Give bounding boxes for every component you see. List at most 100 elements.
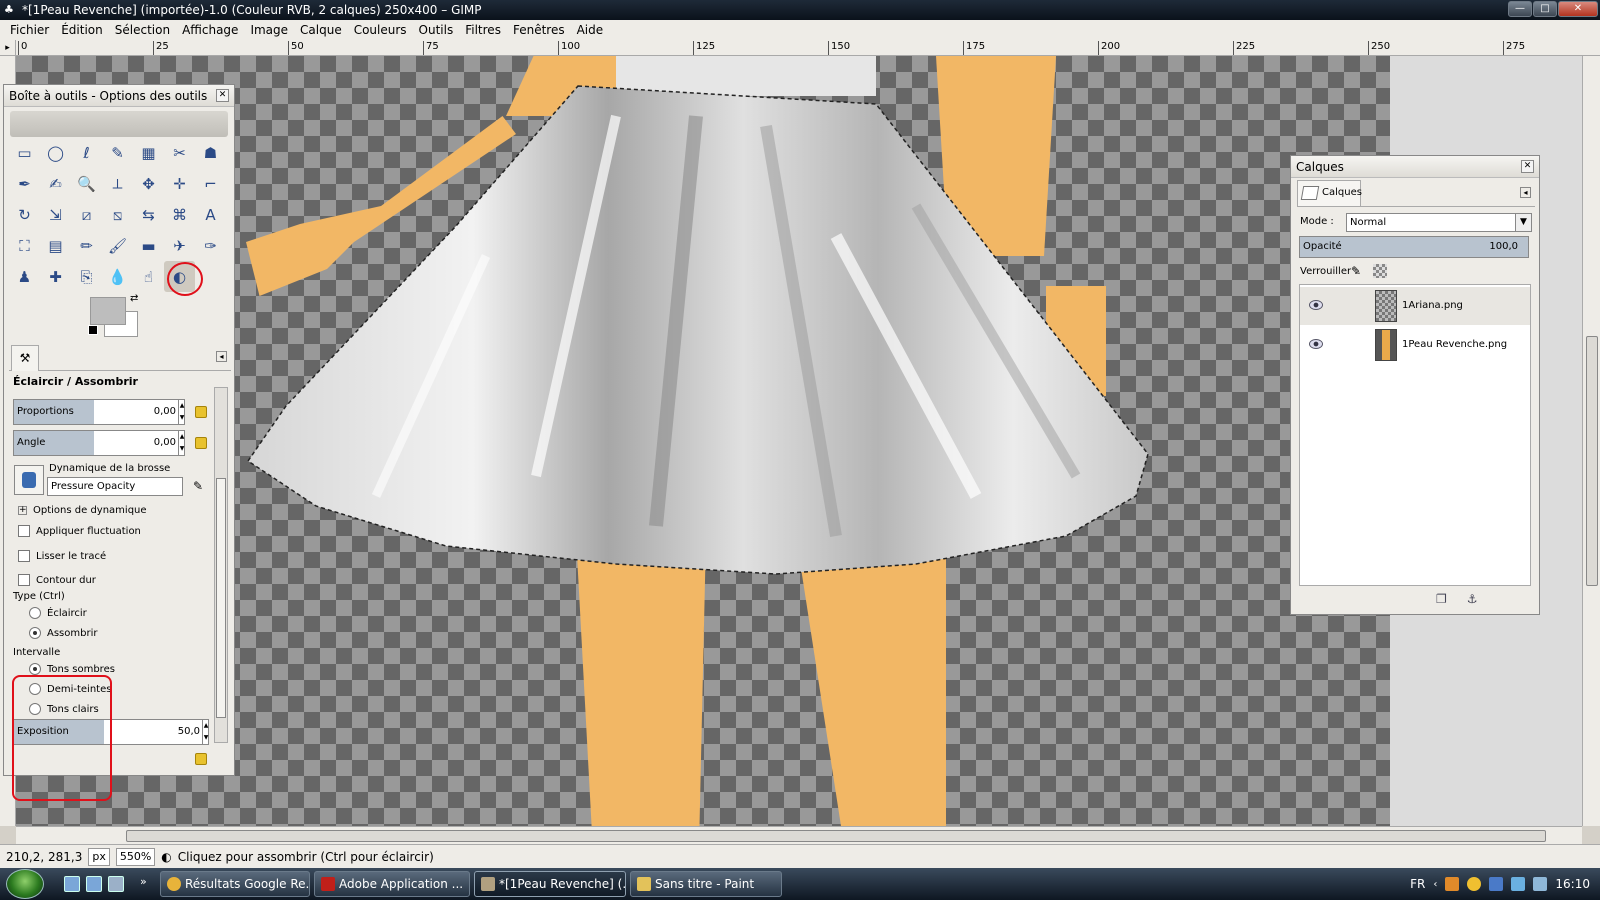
apply-jitter-box[interactable] [18, 525, 30, 537]
layers-tab-menu-icon[interactable]: ◂ [1520, 187, 1531, 198]
close-button[interactable]: ✕ [1558, 1, 1598, 17]
wilber-drop-zone[interactable] [10, 111, 228, 137]
vertical-scroll-thumb[interactable] [1586, 336, 1598, 586]
paintbrush-icon[interactable]: 🖌 [102, 230, 133, 261]
dodge-burn-icon[interactable]: ◐ [164, 261, 195, 292]
menu-selection[interactable]: Sélection [109, 23, 176, 37]
lasso-icon[interactable]: ℓ [71, 137, 102, 168]
start-button[interactable] [6, 869, 44, 899]
reset-options-icon[interactable] [195, 753, 207, 765]
reset-angle-icon[interactable] [195, 437, 207, 449]
airbrush-icon[interactable]: ✈ [164, 230, 195, 261]
color-select-icon[interactable]: ▦ [133, 137, 164, 168]
mode-dropdown-arrow-icon[interactable]: ▼ [1515, 214, 1531, 231]
paths-icon[interactable]: ✒ [9, 168, 40, 199]
blend-icon[interactable]: ▤ [40, 230, 71, 261]
color-picker-icon[interactable]: ✍ [40, 168, 71, 199]
zoom-icon[interactable]: 🔍 [71, 168, 102, 199]
brush-dynamics-icon[interactable] [14, 465, 44, 495]
measure-icon[interactable]: ⟂ [102, 168, 133, 199]
show-desktop-icon[interactable] [64, 876, 80, 892]
taskbar-item-paint[interactable]: Sans titre - Paint [630, 871, 782, 897]
move-icon[interactable]: ✥ [133, 168, 164, 199]
vertical-scrollbar[interactable] [1582, 56, 1600, 826]
clock[interactable]: 16:10 [1555, 877, 1590, 891]
horizontal-scroll-thumb[interactable] [126, 830, 1546, 842]
menu-image[interactable]: Image [244, 23, 294, 37]
heal-icon[interactable]: ✚ [40, 261, 71, 292]
pencil-icon[interactable]: ✏ [71, 230, 102, 261]
flip-icon[interactable]: ⇆ [133, 199, 164, 230]
lock-pixels-icon[interactable]: ✎ [1351, 264, 1365, 278]
anchor-layer-icon[interactable]: ⚓ [1467, 592, 1478, 606]
menu-calque[interactable]: Calque [294, 23, 348, 37]
type-dodge-radio[interactable]: Éclaircir [29, 607, 87, 619]
cage-icon[interactable]: ⌘ [164, 199, 195, 230]
proportions-arrows[interactable]: ▲ ▼ [178, 400, 185, 424]
taskbar-item-gimp[interactable]: *[1Peau Revenche] (... [474, 871, 626, 897]
shear-icon[interactable]: ⧄ [71, 199, 102, 230]
crop-icon[interactable]: ⌐ [195, 168, 226, 199]
smooth-stroke-checkbox[interactable]: Lisser le tracé [18, 550, 106, 562]
scale-icon[interactable]: ⇲ [40, 199, 71, 230]
maximize-button[interactable]: □ [1533, 1, 1557, 17]
smudge-icon[interactable]: ☝ [133, 261, 164, 292]
range-shadows-radio-dot[interactable] [29, 663, 41, 675]
menu-aide[interactable]: Aide [571, 23, 610, 37]
language-indicator[interactable]: FR [1410, 877, 1425, 891]
fuzzy-select-icon[interactable]: ✎ [102, 137, 133, 168]
volume-icon[interactable] [1533, 877, 1548, 891]
horizontal-ruler[interactable]: ▸ 0 25 50 75 100 125 150 175 200 225 250… [0, 40, 1600, 56]
smooth-stroke-box[interactable] [18, 550, 30, 562]
dynamics-field[interactable]: Pressure Opacity [47, 477, 183, 496]
text-icon[interactable]: A [195, 199, 226, 230]
lock-alpha-icon[interactable] [1373, 264, 1387, 278]
quick-launch-overflow-icon[interactable]: » [140, 875, 147, 888]
zoom-dropdown[interactable]: 550% [115, 847, 156, 866]
tool-options-scroll-thumb[interactable] [216, 478, 226, 718]
switch-windows-icon[interactable] [86, 876, 102, 892]
opacity-slider[interactable]: Opacité 100,0 [1299, 236, 1529, 258]
swap-colors-icon[interactable]: ⇄ [130, 293, 138, 304]
clone-icon[interactable]: ♟ [9, 261, 40, 292]
layer-row-ariana[interactable]: 1Ariana.png [1300, 287, 1530, 325]
visibility-eye-icon[interactable] [1309, 339, 1323, 349]
angle-arrows[interactable]: ▲ ▼ [178, 431, 185, 455]
range-shadows-radio[interactable]: Tons sombres [29, 663, 115, 675]
taskbar-item-adobe[interactable]: Adobe Application ... [314, 871, 470, 897]
proportions-spinner[interactable]: Proportions 0,00 ▲ ▼ [13, 399, 185, 425]
menu-fenetres[interactable]: Fenêtres [507, 23, 571, 37]
foreground-color-swatch[interactable] [90, 297, 126, 325]
edit-dynamics-icon[interactable]: ✎ [193, 479, 203, 493]
foreground-select-icon[interactable]: ☗ [195, 137, 226, 168]
exposure-arrows[interactable]: ▲ ▼ [202, 720, 209, 744]
layer-row-peau[interactable]: 1Peau Revenche.png [1300, 326, 1530, 364]
menu-filtres[interactable]: Filtres [459, 23, 507, 37]
scissors-icon[interactable]: ✂ [164, 137, 195, 168]
blur-icon[interactable]: 💧 [102, 261, 133, 292]
rect-select-icon[interactable]: ▭ [9, 137, 40, 168]
type-dodge-radio-dot[interactable] [29, 607, 41, 619]
quick-mask-toggle-icon[interactable]: ▸ [0, 40, 16, 56]
taskbar-item-chrome[interactable]: Résultats Google Re... [160, 871, 310, 897]
horizontal-scrollbar[interactable] [16, 826, 1582, 844]
menu-edition[interactable]: Édition [55, 23, 109, 37]
tray-app-icon[interactable] [1445, 877, 1460, 891]
type-burn-radio-dot[interactable] [29, 627, 41, 639]
apply-jitter-checkbox[interactable]: Appliquer fluctuation [18, 525, 141, 537]
angle-spinner[interactable]: Angle 0,00 ▲ ▼ [13, 430, 185, 456]
bucket-fill-icon[interactable]: ⛶ [9, 230, 40, 261]
tray-app-icon[interactable] [1489, 877, 1504, 891]
quick-launch-icon[interactable] [108, 876, 124, 892]
tray-app-icon[interactable] [1467, 877, 1482, 891]
unit-dropdown[interactable]: px [88, 847, 110, 866]
perspective-clone-icon[interactable]: ⎘ [71, 261, 102, 292]
dynamics-options-expander[interactable]: + Options de dynamique [18, 505, 147, 516]
ink-icon[interactable]: ✑ [195, 230, 226, 261]
toolbox-close-icon[interactable]: ✕ [216, 89, 229, 102]
eraser-icon[interactable]: ▬ [133, 230, 164, 261]
tool-options-scrollbar[interactable] [214, 387, 228, 743]
rotate-icon[interactable]: ↻ [9, 199, 40, 230]
align-icon[interactable]: ✛ [164, 168, 195, 199]
hard-edge-box[interactable] [18, 574, 30, 586]
